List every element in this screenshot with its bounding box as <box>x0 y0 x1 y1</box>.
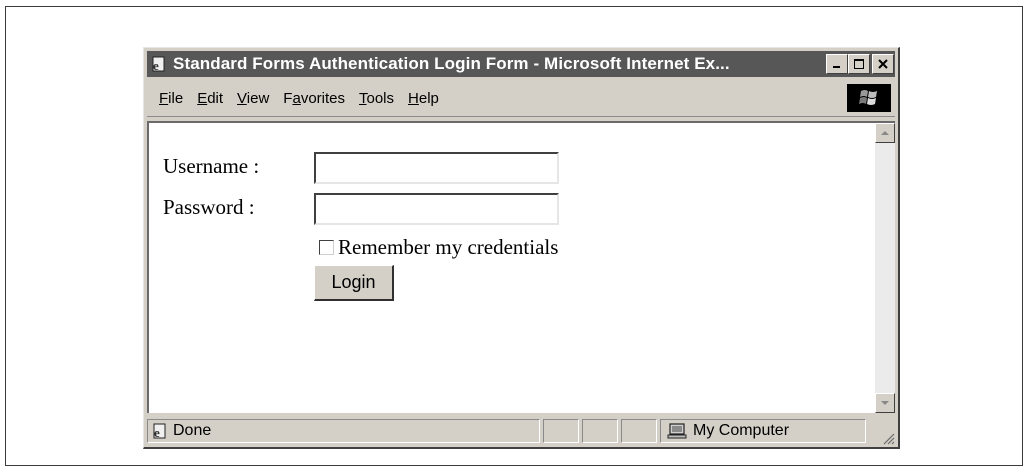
menu-view[interactable]: View <box>237 90 269 107</box>
scroll-up-button[interactable] <box>875 123 895 143</box>
arrow-up-icon <box>881 131 889 135</box>
minimize-icon <box>833 66 840 68</box>
status-text-panel: e Done <box>147 419 540 443</box>
remember-label: Remember my credentials <box>338 235 559 259</box>
username-input[interactable] <box>314 152 559 184</box>
status-bar: e Done My Computer <box>147 417 895 445</box>
menu-help[interactable]: Help <box>408 90 439 107</box>
password-label: Password : <box>163 195 255 219</box>
ie-page-icon: e <box>151 422 169 440</box>
close-button[interactable] <box>872 54 894 74</box>
arrow-down-icon <box>881 401 889 405</box>
status-panel <box>582 419 618 443</box>
menu-file[interactable]: File <box>159 90 183 107</box>
status-panel <box>621 419 657 443</box>
browser-window: e Standard Forms Authentication Login Fo… <box>143 47 900 449</box>
computer-icon <box>667 422 687 440</box>
ie-page-icon: e <box>149 54 169 74</box>
minimize-button[interactable] <box>826 54 848 74</box>
maximize-icon <box>854 59 864 69</box>
remember-checkbox[interactable] <box>319 240 334 255</box>
password-input[interactable] <box>314 193 559 225</box>
menu-edit[interactable]: Edit <box>197 90 223 107</box>
svg-text:e: e <box>153 58 159 73</box>
close-icon <box>878 59 888 69</box>
maximize-button[interactable] <box>848 54 870 74</box>
scroll-down-button[interactable] <box>875 393 895 413</box>
page-content: Username : Password : Remember my creden… <box>147 121 895 413</box>
menu-favorites[interactable]: Favorites <box>283 90 345 107</box>
figure-frame: e Standard Forms Authentication Login Fo… <box>5 6 1023 466</box>
menu-bar: File Edit View Favorites Tools Help <box>147 80 895 117</box>
menu-tools[interactable]: Tools <box>359 90 394 107</box>
remember-row: Remember my credentials <box>319 235 558 260</box>
zone-text: My Computer <box>693 422 790 439</box>
svg-text:e: e <box>154 425 160 440</box>
login-button[interactable]: Login <box>314 265 394 301</box>
security-zone-panel: My Computer <box>660 419 866 443</box>
resize-grip-icon[interactable] <box>879 429 895 445</box>
username-label: Username : <box>163 154 260 178</box>
status-text: Done <box>173 422 212 439</box>
title-bar[interactable]: e Standard Forms Authentication Login Fo… <box>147 51 895 77</box>
status-panel <box>543 419 579 443</box>
window-title: Standard Forms Authentication Login Form… <box>173 54 730 73</box>
vertical-scrollbar[interactable] <box>875 123 895 413</box>
windows-logo-icon <box>847 84 891 112</box>
